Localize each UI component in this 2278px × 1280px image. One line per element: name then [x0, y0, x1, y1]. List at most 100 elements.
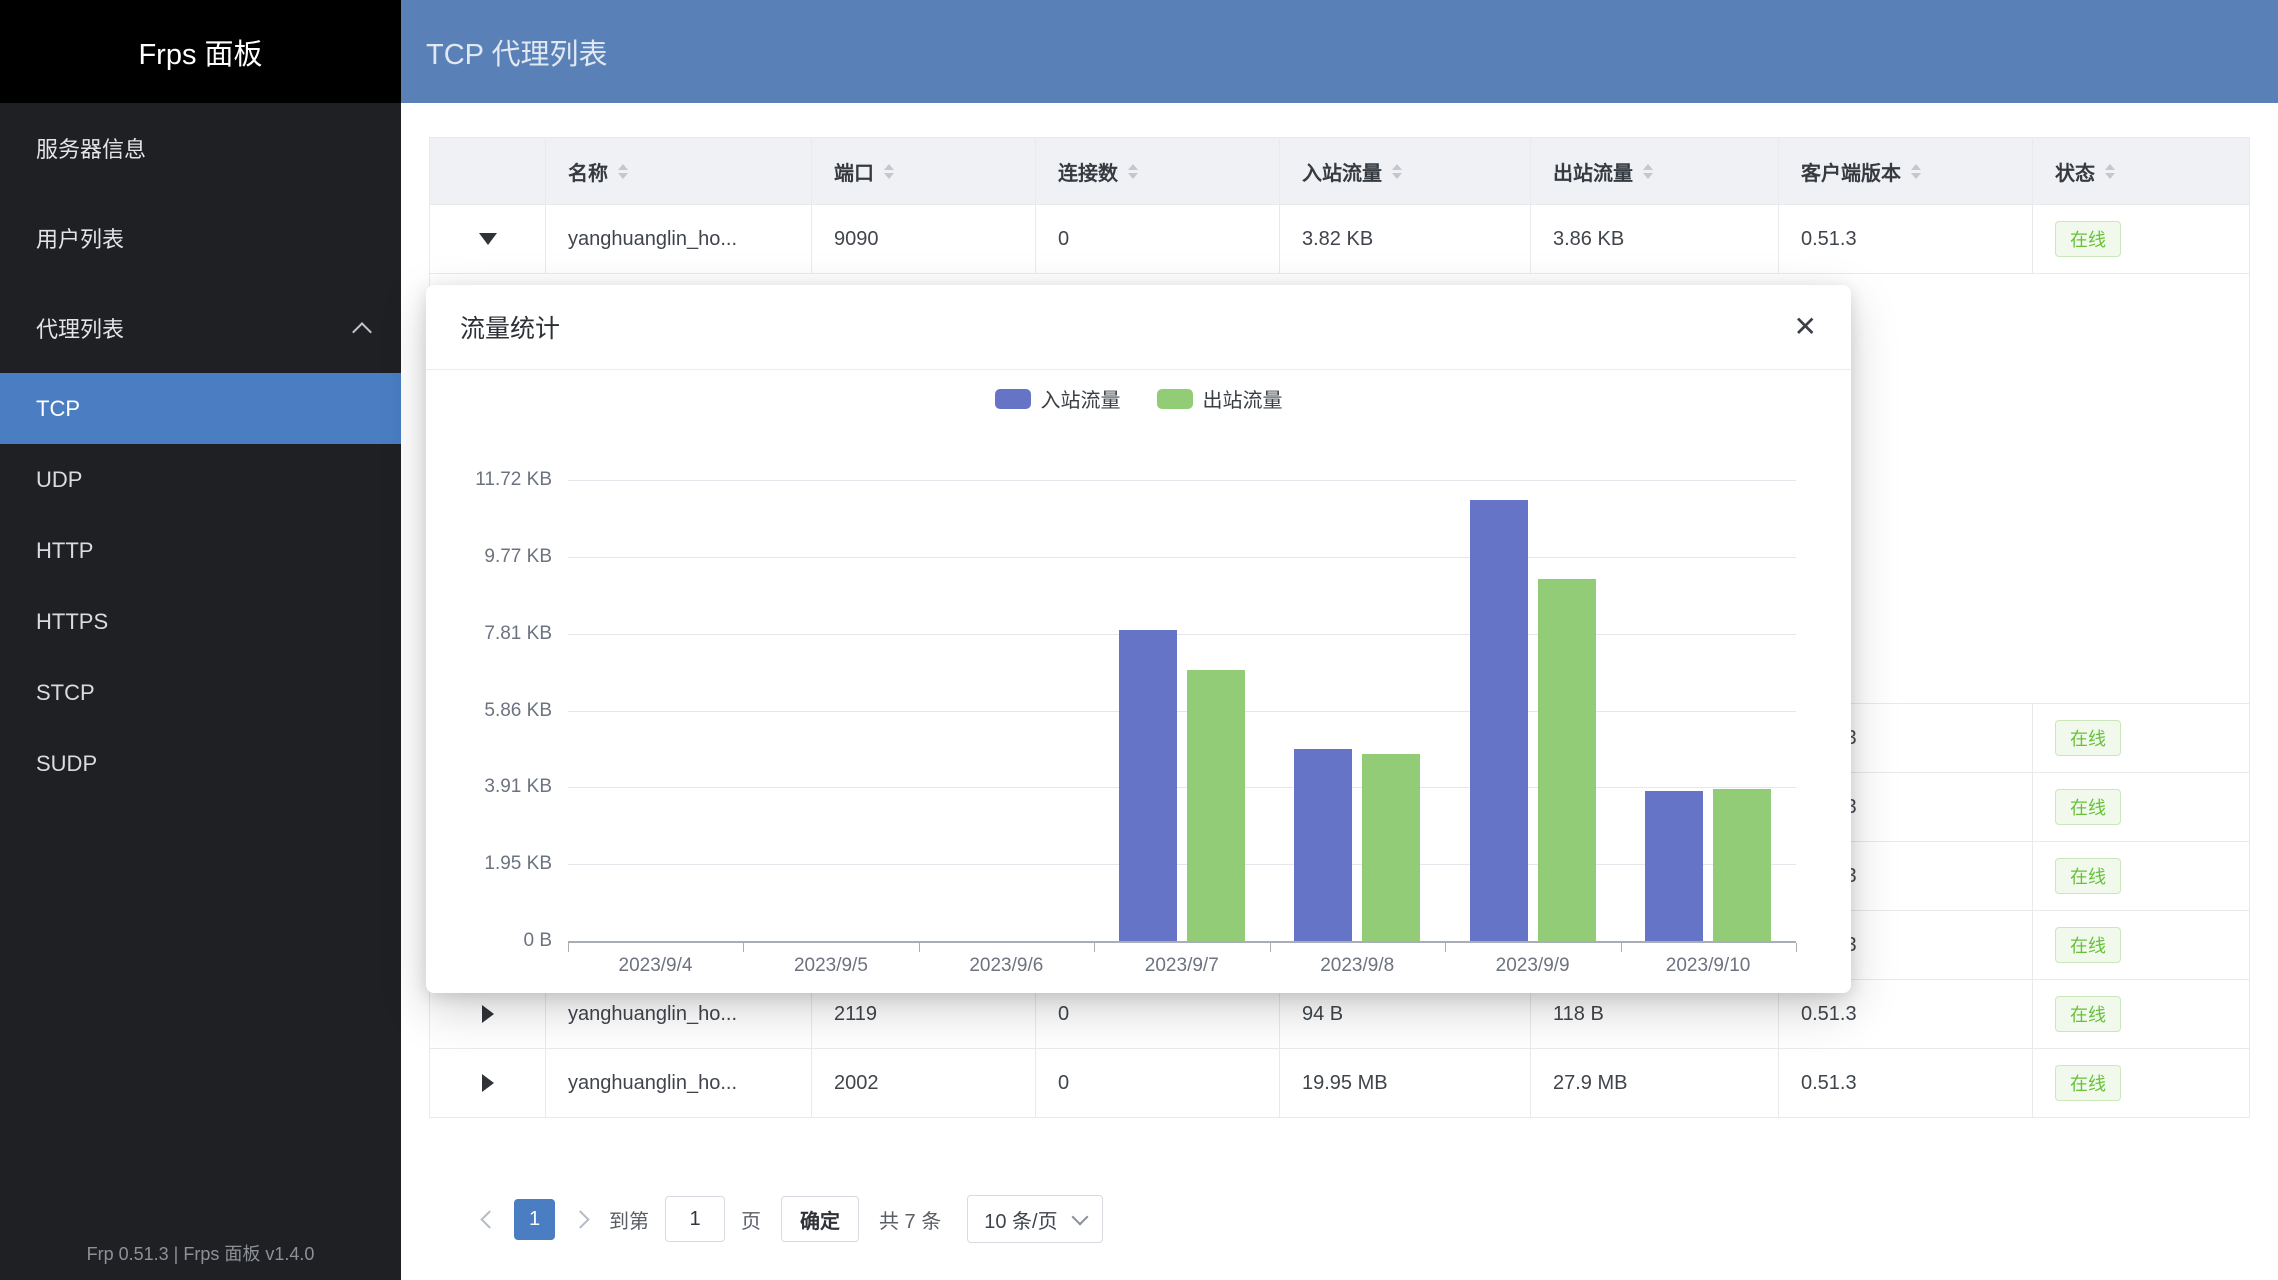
legend-swatch	[1157, 389, 1193, 409]
column-header-name[interactable]: 名称	[546, 138, 812, 205]
y-axis-label: 3.91 KB	[426, 775, 552, 799]
status-badge: 在线	[2055, 789, 2121, 825]
cell-name: yanghuanglin_ho...	[546, 1049, 812, 1118]
sidebar-item-https[interactable]: HTTPS	[0, 586, 401, 657]
page-header: TCP 代理列表	[401, 0, 2278, 103]
legend-label: 出站流量	[1203, 384, 1283, 413]
cell-version: 0.51.3	[1779, 1049, 2033, 1118]
sort-icon	[884, 164, 894, 179]
x-axis-label: 2023/9/4	[568, 955, 743, 977]
chevron-left-icon	[480, 1210, 498, 1228]
page-size-select[interactable]: 10 条/页	[967, 1195, 1102, 1243]
x-axis-label: 2023/9/10	[1621, 955, 1796, 977]
y-axis-label: 9.77 KB	[426, 545, 552, 569]
sort-icon	[2105, 164, 2115, 179]
sort-icon	[1643, 164, 1653, 179]
prev-page-button[interactable]	[472, 1213, 506, 1226]
x-axis-label: 2023/9/8	[1270, 955, 1445, 977]
goto-page-input[interactable]	[665, 1196, 725, 1242]
gridline	[568, 557, 1796, 558]
column-header-traffic-in[interactable]: 入站流量	[1280, 138, 1531, 205]
sidebar-item-label: STCP	[36, 680, 95, 706]
chart-legend: 入站流量 出站流量	[426, 384, 1851, 413]
chevron-right-icon	[571, 1210, 589, 1228]
x-axis-tick	[1445, 943, 1446, 952]
app-root: Frps 面板 服务器信息 用户列表 代理列表 TCP UDP HTTP	[0, 0, 2278, 1280]
cell-version: 0.51.3	[1779, 205, 2033, 274]
y-axis-label: 11.72 KB	[426, 468, 552, 492]
cell-traffic-in: 19.95 MB	[1280, 1049, 1531, 1118]
bar-outbound	[1713, 789, 1771, 941]
sidebar-item-label: 用户列表	[36, 222, 124, 254]
sidebar-item-label: SUDP	[36, 751, 97, 777]
traffic-stats-modal: 流量统计 ✕ 入站流量出站流量 0 B1.95 KB3.91 KB5.86 KB…	[426, 285, 1851, 993]
sidebar-item-stcp[interactable]: STCP	[0, 657, 401, 728]
sort-icon	[1911, 164, 1921, 179]
x-axis-label: 2023/9/7	[1094, 955, 1269, 977]
sidebar-item-udp[interactable]: UDP	[0, 444, 401, 515]
x-axis-tick	[743, 943, 744, 952]
table-row: yanghuanglin_ho...2002019.95 MB27.9 MB0.…	[430, 1049, 2250, 1118]
cell-traffic-out: 27.9 MB	[1531, 1049, 1779, 1118]
status-badge: 在线	[2055, 927, 2121, 963]
column-header-connections[interactable]: 连接数	[1036, 138, 1280, 205]
sort-icon	[618, 164, 628, 179]
sidebar-item-user-list[interactable]: 用户列表	[0, 193, 401, 283]
sidebar-item-server-info[interactable]: 服务器信息	[0, 103, 401, 193]
column-header-version[interactable]: 客户端版本	[1779, 138, 2033, 205]
expand-row-icon[interactable]	[482, 1074, 494, 1092]
bar-inbound	[1645, 791, 1703, 941]
x-axis-tick	[1796, 943, 1797, 952]
confirm-button[interactable]: 确定	[781, 1196, 859, 1242]
bar-outbound	[1538, 579, 1596, 941]
sidebar-item-http[interactable]: HTTP	[0, 515, 401, 586]
close-icon[interactable]: ✕	[1794, 313, 1817, 341]
chevron-up-icon	[352, 322, 372, 342]
expand-cell	[430, 205, 546, 274]
sidebar-item-label: 代理列表	[36, 312, 124, 344]
sidebar-item-proxy-list[interactable]: 代理列表	[0, 283, 401, 373]
sort-icon	[1392, 164, 1402, 179]
cell-port: 2002	[812, 1049, 1036, 1118]
gridline	[568, 787, 1796, 788]
sidebar-item-label: HTTP	[36, 538, 93, 564]
x-axis-tick	[919, 943, 920, 952]
expand-row-icon[interactable]	[482, 1005, 494, 1023]
legend-label: 入站流量	[1041, 384, 1121, 413]
x-axis-tick	[1621, 943, 1622, 952]
column-header-status[interactable]: 状态	[2033, 138, 2250, 205]
bar-inbound	[1119, 630, 1177, 941]
cell-connections: 0	[1036, 1049, 1280, 1118]
sidebar-item-tcp[interactable]: TCP	[0, 373, 401, 444]
sort-icon	[1128, 164, 1138, 179]
y-axis-label: 7.81 KB	[426, 622, 552, 646]
column-header-traffic-out[interactable]: 出站流量	[1531, 138, 1779, 205]
bar-outbound	[1362, 754, 1420, 941]
cell-traffic-out: 3.86 KB	[1531, 205, 1779, 274]
page-title: TCP 代理列表	[426, 31, 608, 73]
collapse-row-icon[interactable]	[479, 233, 497, 245]
column-header-port[interactable]: 端口	[812, 138, 1036, 205]
legend-item[interactable]: 出站流量	[1157, 384, 1283, 413]
sidebar: Frps 面板 服务器信息 用户列表 代理列表 TCP UDP HTTP	[0, 0, 401, 1280]
next-page-button[interactable]	[563, 1213, 597, 1226]
table-header-row: 名称 端口 连接数 入站流量	[430, 138, 2250, 205]
sidebar-item-sudp[interactable]: SUDP	[0, 728, 401, 799]
chart-plot-area	[568, 480, 1796, 943]
legend-item[interactable]: 入站流量	[995, 384, 1121, 413]
cell-connections: 0	[1036, 205, 1280, 274]
version-footer: Frp 0.51.3 | Frps 面板 v1.4.0	[0, 1240, 401, 1266]
bar-inbound	[1470, 500, 1528, 941]
gridline	[568, 480, 1796, 481]
sidebar-nav: 服务器信息 用户列表 代理列表 TCP UDP HTTP H	[0, 103, 401, 799]
sidebar-item-label: 服务器信息	[36, 132, 146, 164]
y-axis-label: 1.95 KB	[426, 852, 552, 876]
bar-inbound	[1294, 749, 1352, 941]
expand-cell	[430, 1049, 546, 1118]
traffic-chart: 入站流量出站流量 0 B1.95 KB3.91 KB5.86 KB7.81 KB…	[426, 370, 1851, 993]
x-axis-tick	[1270, 943, 1271, 952]
cell-traffic-in: 3.82 KB	[1280, 205, 1531, 274]
app-title: Frps 面板	[0, 0, 401, 103]
page-number-button[interactable]: 1	[514, 1199, 555, 1240]
status-badge: 在线	[2055, 1065, 2121, 1101]
